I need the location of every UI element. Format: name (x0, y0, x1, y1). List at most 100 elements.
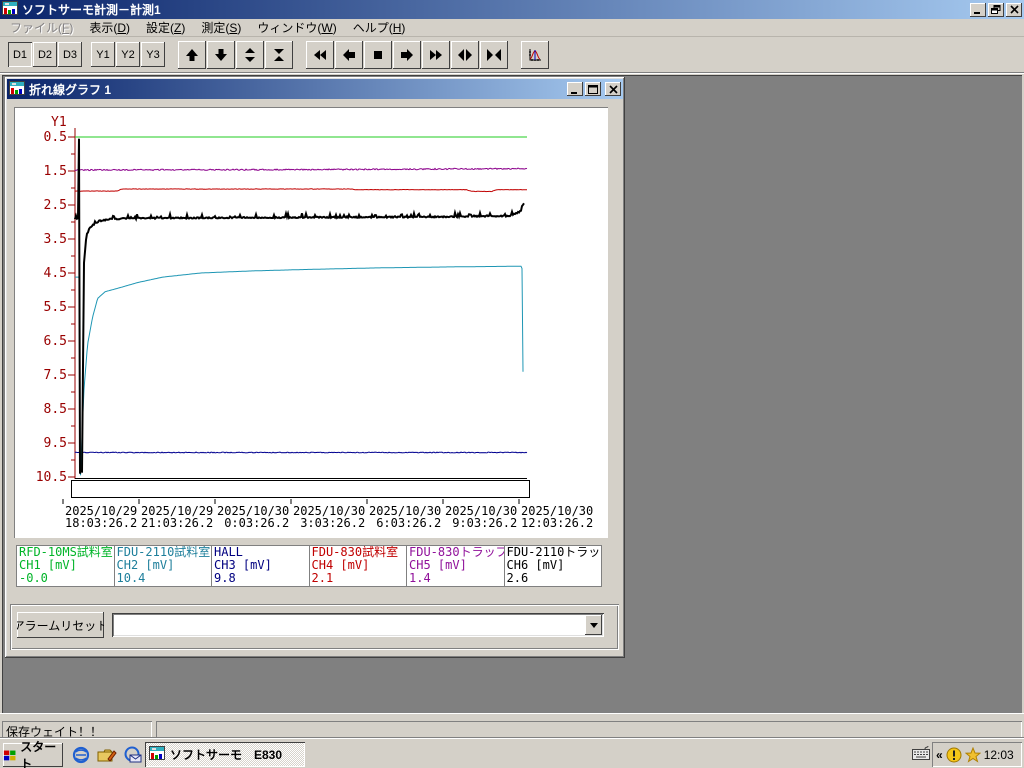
start-button[interactable]: スタート (3, 740, 63, 768)
series-ch4 (74, 188, 527, 193)
toolbar-button-expand-horizontal[interactable] (451, 40, 479, 69)
svg-text:7.5: 7.5 (44, 368, 67, 383)
toolbar-button-collapse-horizontal[interactable] (480, 40, 508, 69)
toolbar-button-d2[interactable]: D2 (33, 42, 57, 67)
svg-text:21:03:26.2: 21:03:26.2 (141, 516, 213, 530)
ie-icon[interactable] (70, 745, 92, 765)
minimize-button[interactable] (970, 2, 986, 17)
channel-value: 9.8 (214, 571, 236, 585)
menu-W[interactable]: ウィンドウ(W) (249, 17, 344, 38)
toolbar-button-up-arrow[interactable] (178, 40, 206, 69)
close-button[interactable] (1006, 2, 1022, 17)
expand-horizontal-icon (458, 48, 472, 61)
start-label: スタート (20, 740, 57, 768)
svg-text:0.5: 0.5 (44, 130, 67, 145)
minimize-button[interactable] (567, 82, 583, 96)
task-button-softthermo[interactable]: ソフトサーモ E830 (145, 742, 305, 767)
svg-text:12:03:26.2: 12:03:26.2 (521, 516, 593, 530)
line-chart-panel: Y1 0.5 1.5 2.5 3.5 4.5 5.5 6.5 7.5 8.5 9.5 10.5 2025… (14, 107, 608, 538)
legend-channel-3: HALL CH3 [mV] 9.8 (212, 546, 310, 586)
toolbar-button-collapse-vertical[interactable] (265, 40, 293, 69)
svg-text:10.5: 10.5 (36, 470, 67, 485)
svg-text:8.5: 8.5 (44, 402, 67, 417)
graph-titlebar[interactable]: 折れ線グラフ 1 (7, 79, 623, 99)
toolbar-button-y3[interactable]: Y3 (141, 42, 165, 67)
toolbar-button-d1[interactable]: D1 (8, 42, 32, 67)
shield-icon[interactable] (946, 747, 962, 763)
app-icon (149, 746, 165, 763)
toolbar-button-y1[interactable]: Y1 (91, 42, 115, 67)
svg-text:6:03:26.2: 6:03:26.2 (376, 516, 441, 530)
dropdown-arrow-icon[interactable] (585, 615, 602, 635)
down-arrow-icon (215, 48, 227, 61)
svg-text:6.5: 6.5 (44, 334, 67, 349)
app-icon (2, 1, 18, 18)
series-ch5 (74, 167, 528, 172)
series-ch2 (75, 265, 524, 476)
application-window: ソフトサーモ計測－計測1 ファイル(F) 表示(D) 設定(Z) 測定(S) ウィンドウ… (0, 0, 1024, 768)
toolbar-button-fast-forward[interactable] (422, 40, 450, 69)
svg-text:3.5: 3.5 (44, 232, 67, 247)
svg-text:5.5: 5.5 (44, 300, 67, 315)
toolbar-button-expand-vertical[interactable] (236, 40, 264, 69)
legend-channel-1: RFD-10MS試料室 CH1 [mV] -0.0 (17, 546, 115, 586)
window-title: ソフトサーモ計測－計測1 (22, 3, 161, 17)
channel-value: 2.6 (506, 571, 529, 585)
tray-chevron[interactable]: « (936, 748, 943, 762)
graph-icon (529, 48, 541, 61)
tray-clock[interactable]: 12:03 (984, 748, 1014, 762)
up-arrow-icon (186, 48, 198, 61)
graph-window-title: 折れ線グラフ 1 (29, 82, 112, 97)
graph-window-controls (565, 82, 621, 96)
svg-text:9.5: 9.5 (44, 436, 67, 451)
system-tray: « 12:03 (932, 742, 1022, 767)
outlook-icon[interactable] (122, 745, 144, 765)
svg-text:9:03:26.2: 9:03:26.2 (452, 516, 517, 530)
restore-button[interactable] (988, 2, 1004, 17)
toolbar-button-d3[interactable]: D3 (58, 42, 82, 67)
collapse-horizontal-icon (487, 48, 501, 61)
maximize-button[interactable] (585, 82, 601, 96)
graph-window: 折れ線グラフ 1 Y1 0.5 1.5 2.5 3.5 4.5 5.5 6.5 7.5 8.5 9.… (5, 77, 625, 658)
status-bar: 保存ウェイト！！ (0, 713, 1024, 739)
star-icon[interactable] (964, 746, 981, 763)
menu-S[interactable]: 測定(S) (193, 17, 249, 38)
series-ch3 (74, 451, 528, 454)
channel-value: 2.1 (311, 571, 334, 585)
windows-logo-icon (3, 750, 16, 761)
window-controls (968, 2, 1022, 17)
menu-H[interactable]: ヘルプ(H) (345, 17, 414, 38)
legend-channel-6: FDU-2110トラップCH6 [mV]2.6 (505, 546, 602, 586)
channel-value: 10.4 (116, 571, 146, 585)
task-label: ソフトサーモ E830 (170, 748, 283, 762)
show-desktop-icon[interactable] (96, 745, 118, 765)
svg-text:2.5: 2.5 (44, 198, 67, 213)
menu-Z[interactable]: 設定(Z) (138, 17, 193, 38)
toolbar-button-stop[interactable] (364, 40, 392, 69)
menu-F[interactable]: ファイル(F) (2, 17, 81, 38)
toolbar-button-graph[interactable] (521, 40, 549, 69)
fast-forward-icon (430, 49, 442, 60)
toolbar-button-step-right[interactable] (393, 40, 421, 69)
status-panel-empty (156, 721, 1022, 739)
keyboard-icon[interactable] (912, 745, 930, 763)
toolbar-button-rewind[interactable] (306, 40, 334, 69)
alarm-combobox[interactable] (112, 613, 604, 637)
menu-D[interactable]: 表示(D) (81, 17, 138, 38)
toolbar-button-step-left[interactable] (335, 40, 363, 69)
toolbar-button-down-arrow[interactable] (207, 40, 235, 69)
app-icon (9, 80, 25, 98)
channel-legend: RFD-10MS試料室 CH1 [mV] -0.0 FDU-2110試料室 CH2 [m… (16, 545, 602, 587)
toolbar-button-y2[interactable]: Y2 (116, 42, 140, 67)
alarm-reset-button[interactable]: アラームリセット (17, 612, 104, 638)
svg-text:Y1: Y1 (51, 115, 67, 130)
rewind-icon (314, 49, 326, 60)
status-message: 保存ウェイト！！ (2, 721, 152, 739)
close-button[interactable] (605, 82, 621, 96)
svg-text:0:03:26.2: 0:03:26.2 (224, 516, 289, 530)
legend-channel-2: FDU-2110試料室 CH2 [mV] 10.4 (115, 546, 212, 586)
taskbar: スタート ソフトサーモ E830 « 12:03 (0, 738, 1024, 768)
step-left-icon (343, 48, 355, 61)
menu-bar: ファイル(F) 表示(D) 設定(Z) 測定(S) ウィンドウ(W) ヘルプ(H) (0, 19, 1024, 37)
legend-channel-4: FDU-830試料室 CH4 [mV] 2.1 (310, 546, 407, 586)
